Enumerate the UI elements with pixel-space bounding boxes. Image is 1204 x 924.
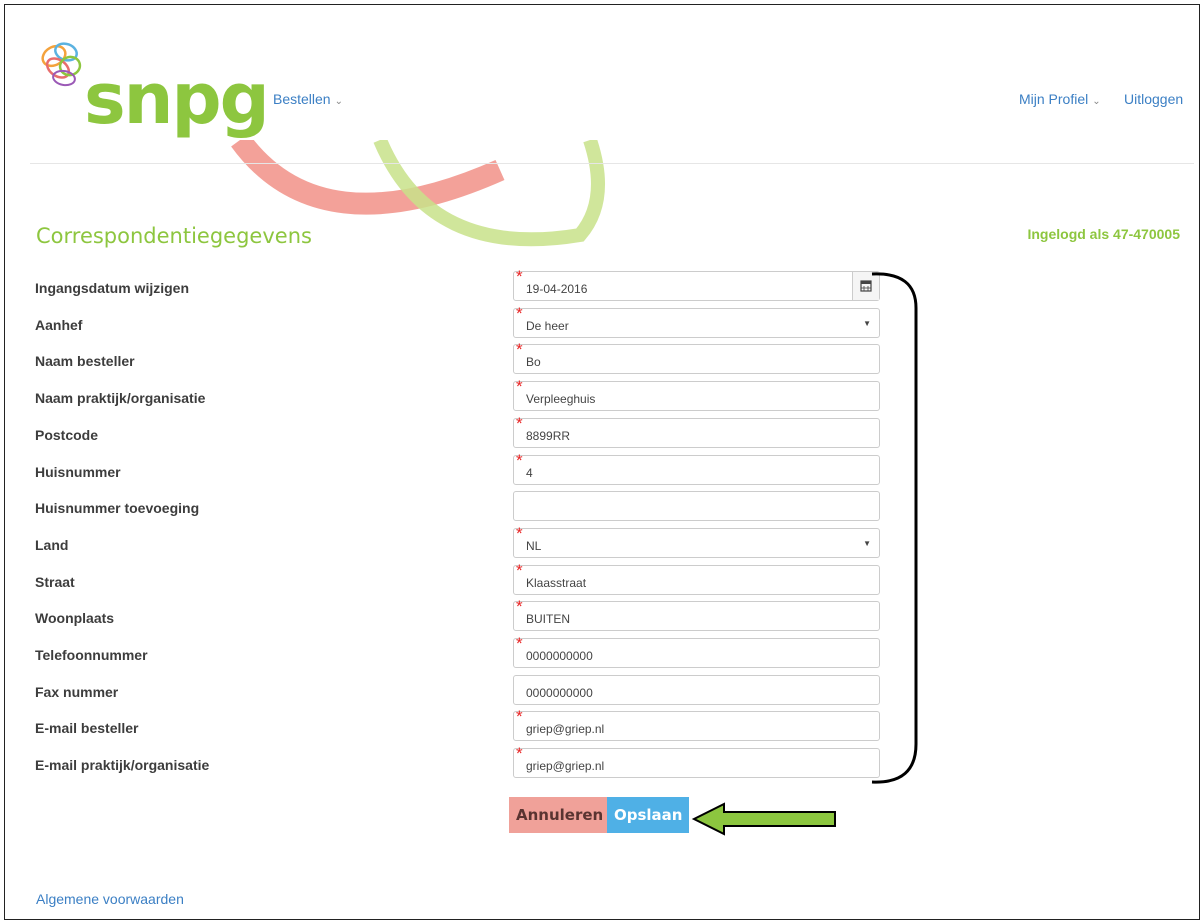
required-asterisk-icon: *: [516, 451, 523, 470]
text-field[interactable]: * BUITEN: [513, 597, 880, 631]
field-label: Naam praktijk/organisatie: [35, 390, 206, 406]
required-asterisk-icon: *: [516, 707, 523, 726]
date-field[interactable]: * 19-04-2016: [513, 267, 880, 301]
form-row: Naam besteller * Bo: [0, 340, 1204, 376]
chevron-down-icon: ⌄: [334, 96, 343, 107]
select-field[interactable]: * NL ▼: [513, 524, 880, 558]
field-value: Klaasstraat: [526, 576, 587, 590]
text-field[interactable]: * 4: [513, 451, 880, 485]
field-value: 19-04-2016: [526, 282, 588, 296]
text-field[interactable]: * Klaasstraat: [513, 561, 880, 595]
required-asterisk-icon: *: [516, 597, 523, 616]
logged-in-status: Ingelogd als 47-470005: [1027, 226, 1180, 242]
required-asterisk-icon: *: [516, 561, 523, 580]
field-value: 8899RR: [526, 429, 571, 443]
text-field[interactable]: 0000000000: [513, 675, 880, 705]
select-field[interactable]: * De heer ▼: [513, 304, 880, 338]
field-label: Huisnummer toevoeging: [35, 500, 200, 516]
annotation-bracket: [871, 272, 918, 784]
field-label: Postcode: [35, 427, 99, 443]
logout-link[interactable]: Uitloggen: [1124, 91, 1183, 107]
text-field[interactable]: * 0000000000: [513, 634, 880, 668]
field-label: E-mail besteller: [35, 720, 139, 736]
annotation-arrow-icon: [691, 802, 836, 836]
header-divider: [30, 163, 1194, 164]
field-label: Woonplaats: [35, 610, 115, 626]
form-row: Woonplaats * BUITEN: [0, 597, 1204, 633]
field-value: 4: [526, 466, 533, 480]
order-menu[interactable]: Bestellen ⌄: [273, 91, 343, 107]
form-row: Ingangsdatum wijzigen * 19-04-2016: [0, 267, 1204, 303]
required-asterisk-icon: *: [516, 267, 523, 286]
form-row: Straat * Klaasstraat: [0, 561, 1204, 597]
field-label: Naam besteller: [35, 353, 135, 369]
field-value: Bo: [526, 355, 541, 369]
cancel-button[interactable]: Annuleren: [509, 797, 611, 833]
profile-menu[interactable]: Mijn Profiel ⌄: [1019, 91, 1101, 107]
required-asterisk-icon: *: [516, 414, 523, 433]
form-row: E-mail praktijk/organisatie * griep@griep.…: [0, 744, 1204, 780]
text-field[interactable]: * griep@griep.nl: [513, 744, 880, 778]
form-row: Huisnummer * 4: [0, 451, 1204, 487]
page-title: Correspondentiegegevens: [36, 224, 312, 248]
form-row: E-mail besteller * griep@griep.nl: [0, 707, 1204, 743]
required-asterisk-icon: *: [516, 340, 523, 359]
field-value: BUITEN: [526, 612, 571, 626]
order-menu-label: Bestellen: [273, 91, 331, 107]
field-value: griep@griep.nl: [526, 722, 605, 736]
field-value: NL: [526, 539, 542, 553]
required-asterisk-icon: *: [516, 377, 523, 396]
required-asterisk-icon: *: [516, 634, 523, 653]
text-field[interactable]: * Bo: [513, 340, 880, 374]
field-label: Straat: [35, 574, 75, 590]
form-row: Postcode * 8899RR: [0, 414, 1204, 450]
field-label: Ingangsdatum wijzigen: [35, 280, 190, 296]
text-field[interactable]: [513, 491, 880, 521]
field-label: Huisnummer: [35, 464, 121, 480]
text-field[interactable]: * griep@griep.nl: [513, 707, 880, 741]
field-value: 0000000000: [526, 686, 593, 700]
field-value: Verpleeghuis: [526, 392, 596, 406]
form-row: Naam praktijk/organisatie * Verpleeghuis: [0, 377, 1204, 413]
form-row: Huisnummer toevoeging: [0, 491, 1204, 523]
field-label: Fax nummer: [35, 684, 119, 700]
field-label: Telefoonnummer: [35, 647, 148, 663]
required-asterisk-icon: *: [516, 744, 523, 763]
text-field[interactable]: * 8899RR: [513, 414, 880, 448]
field-value: De heer: [526, 319, 569, 333]
field-label: Aanhef: [35, 317, 83, 333]
field-label: E-mail praktijk/organisatie: [35, 757, 210, 773]
form-row: Fax nummer 0000000000: [0, 675, 1204, 707]
field-value: 0000000000: [526, 649, 593, 663]
required-asterisk-icon: *: [516, 524, 523, 543]
text-field[interactable]: * Verpleeghuis: [513, 377, 880, 411]
terms-link[interactable]: Algemene voorwaarden: [36, 891, 184, 907]
profile-menu-label: Mijn Profiel: [1019, 91, 1089, 107]
form-row: Telefoonnummer * 0000000000: [0, 634, 1204, 670]
logo-wordmark[interactable]: snpg: [84, 64, 270, 134]
form-row: Land * NL ▼: [0, 524, 1204, 560]
save-button[interactable]: Opslaan: [607, 797, 690, 833]
form-row: Aanhef * De heer ▼: [0, 304, 1204, 340]
required-asterisk-icon: *: [516, 304, 523, 323]
chevron-down-icon: ⌄: [1092, 96, 1101, 107]
field-value: griep@griep.nl: [526, 759, 605, 773]
field-label: Land: [35, 537, 69, 553]
